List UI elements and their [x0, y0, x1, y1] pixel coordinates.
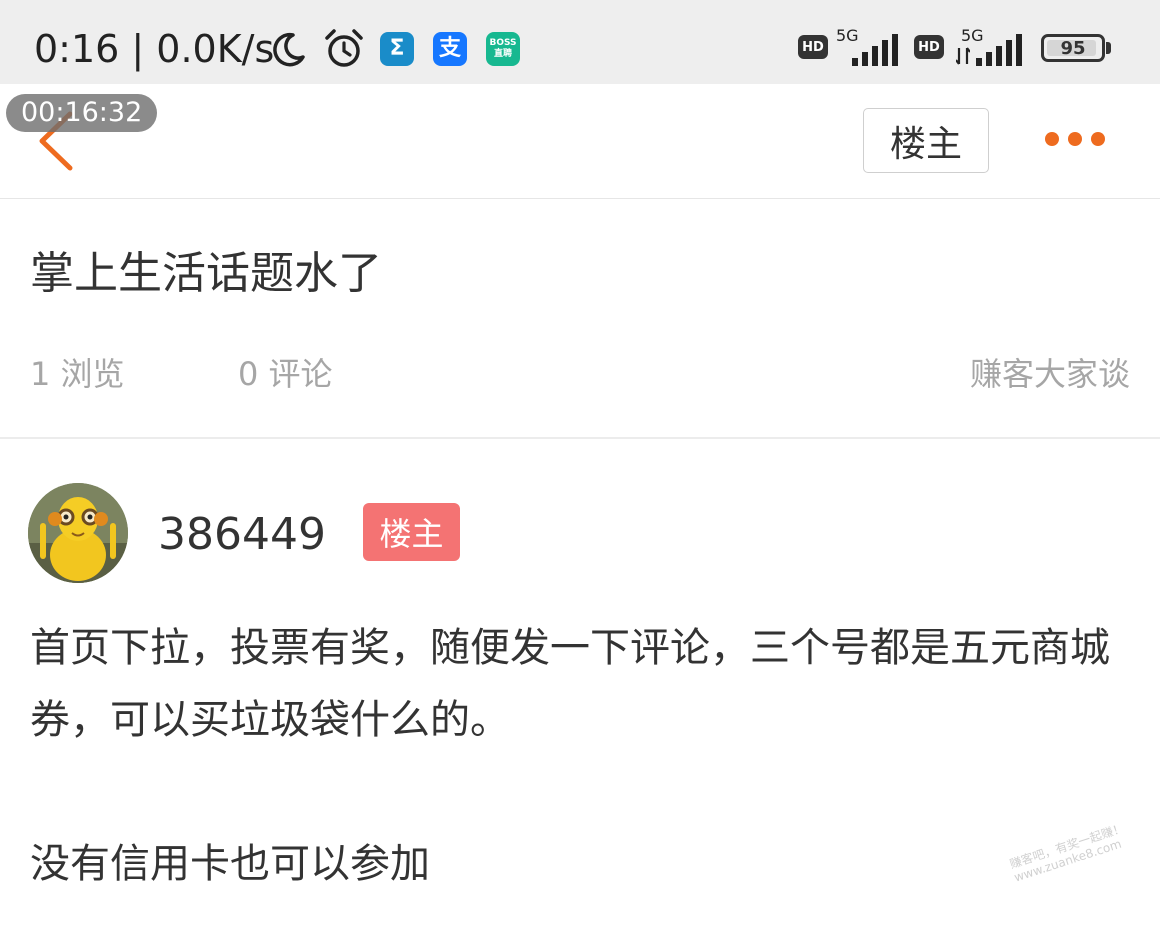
status-time: 0:16 | 0.0K/s: [34, 27, 275, 71]
signal-icon: [852, 34, 898, 66]
op-badge: 楼主: [363, 503, 460, 561]
author-name[interactable]: 386449: [158, 508, 326, 562]
alipay-app-icon: 支: [433, 32, 467, 66]
post-title: 掌上生活话题水了: [30, 248, 382, 299]
recording-timer: 00:16:32: [6, 94, 158, 132]
app-screen: 0:16 | 0.0K/s Σ 支 BOSS 直聘 HD 5G HD 5G 95…: [0, 0, 1160, 941]
boss-app-icon: BOSS 直聘: [486, 32, 520, 66]
alarm-clock-icon: [325, 29, 363, 67]
status-bar: 0:16 | 0.0K/s Σ 支 BOSS 直聘 HD 5G HD 5G 95: [0, 0, 1160, 84]
nav-bar: 楼主: [0, 84, 1160, 199]
moon-icon: [273, 32, 305, 67]
hd-badge: HD: [798, 35, 828, 59]
battery-icon: 95: [1041, 34, 1105, 62]
data-transfer-icon: [956, 47, 970, 65]
boss-app-line2: 直聘: [493, 49, 512, 59]
more-button[interactable]: [1040, 124, 1110, 154]
battery-tip: [1106, 42, 1111, 54]
avatar-image: [28, 483, 128, 583]
avatar[interactable]: [28, 483, 128, 583]
comment-count: 0 评论: [238, 355, 333, 393]
divider: [0, 437, 1160, 439]
post-body: 首页下拉，投票有奖，随便发一下评论，三个号都是五元商城券，可以买垃圾袋什么的。 …: [30, 625, 1110, 887]
battery-percent: 95: [1060, 37, 1086, 59]
boss-app-line1: BOSS: [489, 38, 517, 48]
sigma-app-icon: Σ: [380, 32, 414, 66]
only-op-button[interactable]: 楼主: [863, 108, 989, 173]
view-count: 1 浏览: [30, 355, 125, 393]
signal-icon: [976, 34, 1022, 66]
hd-badge: HD: [914, 35, 944, 59]
forum-name[interactable]: 赚客大家谈: [970, 354, 1130, 394]
more-dots-icon: [1045, 132, 1105, 146]
